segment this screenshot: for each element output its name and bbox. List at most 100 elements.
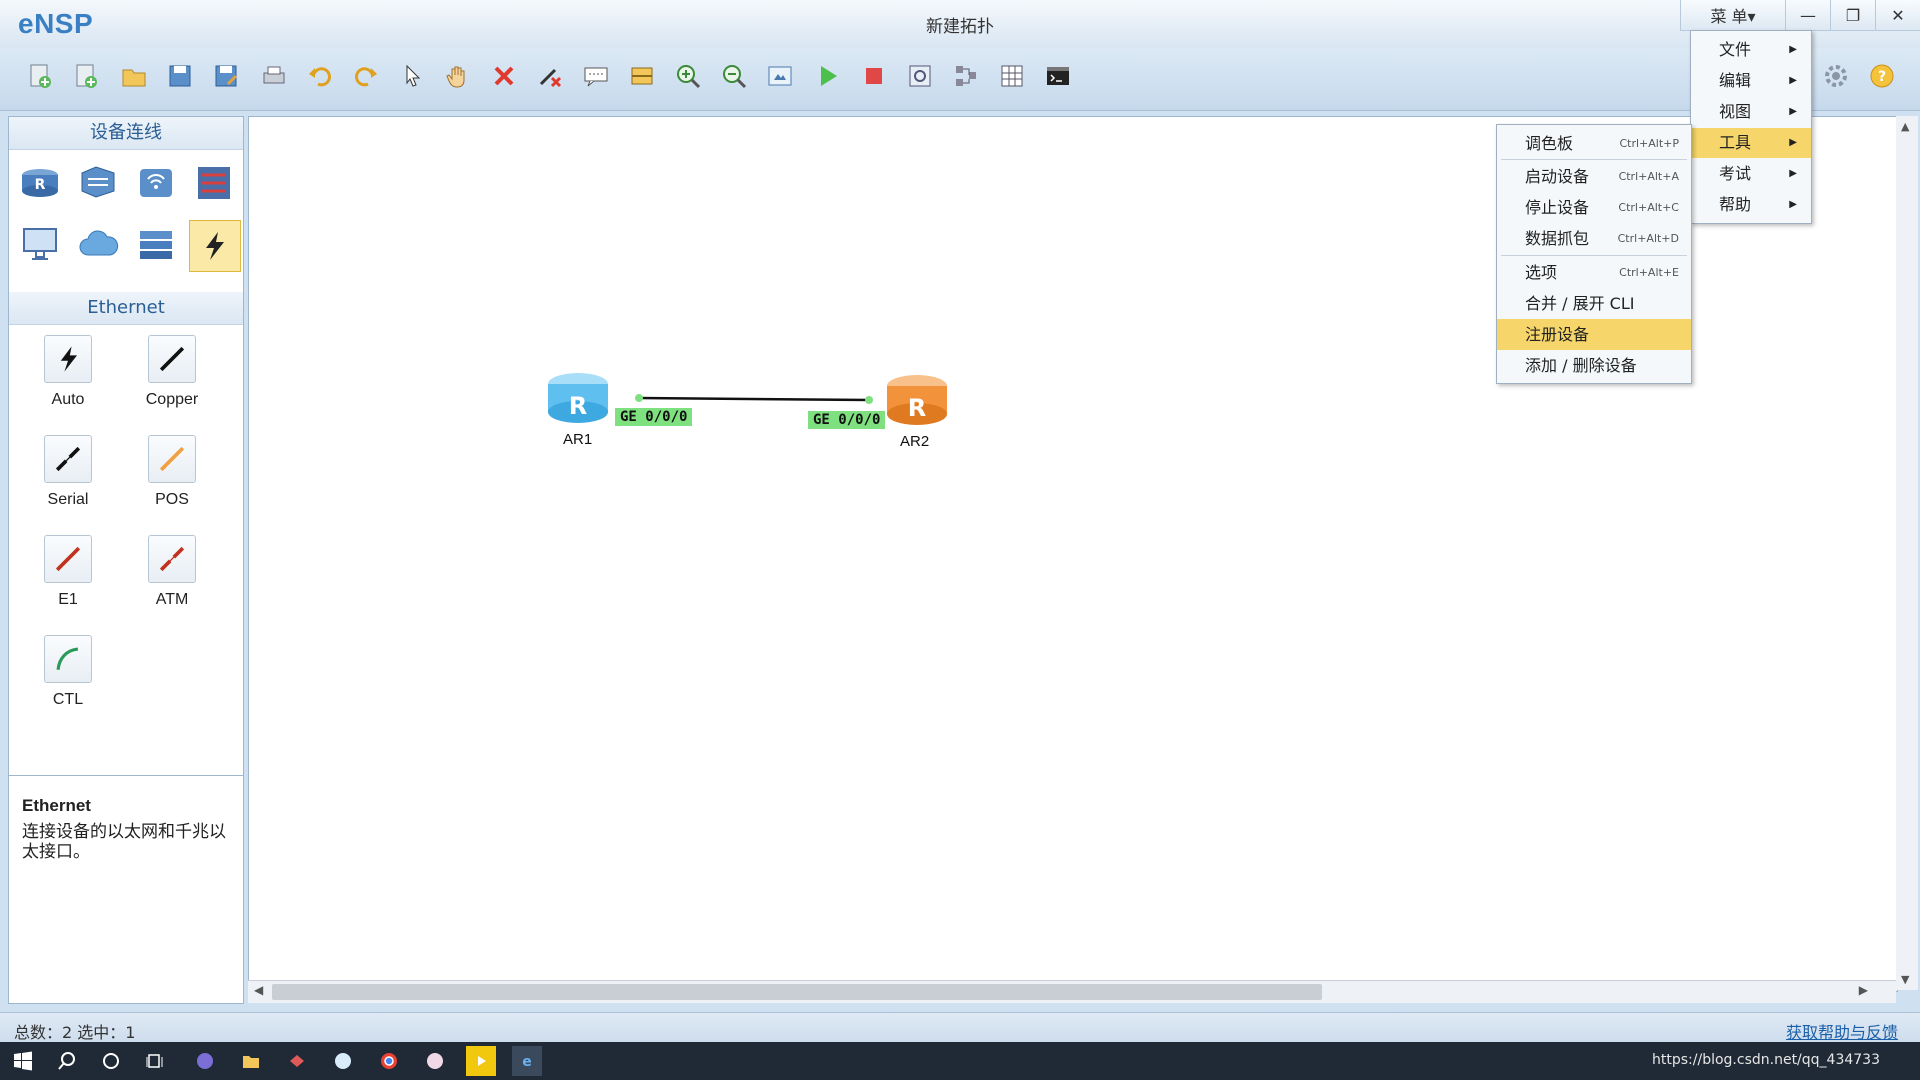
submenu-arrow-icon: ▶: [1789, 44, 1797, 55]
cable-ctl[interactable]: CTL: [23, 635, 113, 709]
firewall-category-icon[interactable]: [189, 158, 239, 208]
wlan-category-icon[interactable]: [131, 158, 181, 208]
auto-cable-icon: [44, 335, 92, 383]
main-menu-button[interactable]: 菜 单▾: [1680, 0, 1785, 31]
grid-icon[interactable]: [994, 58, 1030, 94]
submenu-arrow-icon: ▶: [1789, 168, 1797, 179]
start-icon[interactable]: [810, 58, 846, 94]
zoom-in-icon[interactable]: [670, 58, 706, 94]
cable-pos[interactable]: POS: [127, 435, 217, 509]
cable-copper[interactable]: Copper: [127, 335, 217, 409]
submenu-item-stop-device[interactable]: 停止设备 Ctrl+Alt+C: [1497, 192, 1691, 223]
cortana-icon[interactable]: [96, 1046, 126, 1076]
file-explorer-icon[interactable]: [236, 1046, 266, 1076]
copper-cable-icon: [148, 335, 196, 383]
cable-e1[interactable]: E1: [23, 535, 113, 609]
potplayer-icon[interactable]: [466, 1046, 496, 1076]
search-icon[interactable]: [52, 1046, 82, 1076]
menu-item-exam[interactable]: 考试 ▶: [1691, 159, 1811, 189]
taskbar: e https://blog.csdn.net/qq_434733: [0, 1042, 1920, 1080]
submenu-arrow-icon: ▶: [1789, 199, 1797, 210]
open-icon[interactable]: [116, 58, 152, 94]
pc-category-icon[interactable]: [15, 220, 65, 270]
menu-item-help[interactable]: 帮助 ▶: [1691, 190, 1811, 220]
minimize-icon: —: [1800, 5, 1816, 25]
delete-icon[interactable]: [486, 58, 522, 94]
cli-icon[interactable]: [1040, 58, 1076, 94]
menu-item-file[interactable]: 文件 ▶: [1691, 35, 1811, 65]
save-as-icon[interactable]: [208, 58, 244, 94]
connection-category-icon[interactable]: [189, 220, 241, 272]
save-icon[interactable]: [162, 58, 198, 94]
task-view-icon[interactable]: [140, 1046, 170, 1076]
cable-serial[interactable]: Serial: [23, 435, 113, 509]
device-label-ar2: AR2: [900, 433, 930, 450]
topology-icon[interactable]: [948, 58, 984, 94]
router-category-icon[interactable]: R: [15, 158, 65, 208]
ensp-taskbar-icon[interactable]: e: [512, 1046, 542, 1076]
submenu-item-register-device[interactable]: 注册设备: [1497, 319, 1691, 350]
pointer-icon[interactable]: [394, 58, 430, 94]
horizontal-scroll-thumb[interactable]: [272, 984, 1322, 1000]
cable-auto[interactable]: Auto: [23, 335, 113, 409]
capture-icon[interactable]: [902, 58, 938, 94]
vertical-scrollbar[interactable]: ▲ ▼: [1896, 116, 1918, 990]
scroll-left-icon[interactable]: ◀: [254, 983, 263, 997]
link-endpoint-ar1: [635, 394, 643, 402]
delete-link-icon[interactable]: [532, 58, 568, 94]
menu-item-edit[interactable]: 编辑 ▶: [1691, 66, 1811, 96]
ctl-cable-icon: [44, 635, 92, 683]
zoom-out-icon[interactable]: [716, 58, 752, 94]
horizontal-scrollbar[interactable]: ◀ ▶: [248, 980, 1896, 1003]
help-feedback-link[interactable]: 获取帮助与反馈: [1786, 1019, 1898, 1043]
redo-icon[interactable]: [348, 58, 384, 94]
restore-button[interactable]: ❐: [1830, 0, 1875, 31]
submenu-item-merge-cli[interactable]: 合并 / 展开 CLI: [1497, 288, 1691, 319]
scroll-up-icon[interactable]: ▲: [1901, 120, 1909, 133]
undo-icon[interactable]: [302, 58, 338, 94]
palette-icon[interactable]: [624, 58, 660, 94]
cable-atm[interactable]: ATM: [127, 535, 217, 609]
chrome-icon[interactable]: [374, 1046, 404, 1076]
device-category-grid: R: [9, 150, 243, 292]
e1-cable-icon: [44, 535, 92, 583]
stop-icon[interactable]: [856, 58, 892, 94]
help-icon[interactable]: ?: [1864, 58, 1900, 94]
submenu-arrow-icon: ▶: [1789, 75, 1797, 86]
submenu-item-options[interactable]: 选项 Ctrl+Alt+E: [1497, 257, 1691, 288]
close-button[interactable]: ✕: [1875, 0, 1920, 31]
new-document-icon[interactable]: [68, 58, 104, 94]
scroll-right-icon[interactable]: ▶: [1859, 983, 1868, 997]
menu-item-tools[interactable]: 工具 ▶: [1691, 128, 1811, 158]
svg-text:R: R: [35, 177, 46, 193]
new-topology-icon[interactable]: [22, 58, 58, 94]
submenu-item-capture[interactable]: 数据抓包 Ctrl+Alt+D: [1497, 223, 1691, 254]
cloud-app-icon[interactable]: [328, 1046, 358, 1076]
windows-start-icon[interactable]: [8, 1046, 38, 1076]
submenu-item-add-remove-device[interactable]: 添加 / 删除设备: [1497, 350, 1691, 381]
fit-view-icon[interactable]: [762, 58, 798, 94]
print-icon[interactable]: [256, 58, 292, 94]
router-ar2-icon[interactable]: R: [887, 375, 947, 425]
scroll-down-icon[interactable]: ▼: [1901, 973, 1909, 986]
text-note-icon[interactable]: [578, 58, 614, 94]
app-launcher-icon[interactable]: [190, 1046, 220, 1076]
description-panel: Ethernet 连接设备的以太网和千兆以太接口。: [9, 775, 243, 1004]
ethernet-link[interactable]: [638, 396, 870, 402]
virtualbox-icon[interactable]: [282, 1046, 312, 1076]
settings-icon[interactable]: [1818, 58, 1854, 94]
other-device-category-icon[interactable]: [131, 220, 181, 270]
pan-hand-icon[interactable]: [440, 58, 476, 94]
menu-item-view[interactable]: 视图 ▶: [1691, 97, 1811, 127]
restore-icon: ❐: [1845, 5, 1861, 25]
media-app-icon[interactable]: [420, 1046, 450, 1076]
pos-cable-icon: [148, 435, 196, 483]
cloud-category-icon[interactable]: [73, 220, 123, 270]
submenu-item-palette[interactable]: 调色板 Ctrl+Alt+P: [1497, 128, 1691, 159]
left-panel: 设备连线 R Ethernet Auto Copper Serial POS E: [8, 116, 244, 1004]
submenu-item-start-device[interactable]: 启动设备 Ctrl+Alt+A: [1497, 161, 1691, 192]
minimize-button[interactable]: —: [1785, 0, 1830, 31]
router-ar1-icon[interactable]: R: [548, 373, 608, 423]
cable-section-title: Ethernet: [9, 292, 243, 325]
switch-category-icon[interactable]: [73, 158, 123, 208]
